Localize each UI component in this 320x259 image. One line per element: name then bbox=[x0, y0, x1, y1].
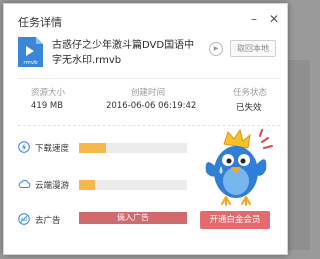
bird-mascot bbox=[205, 128, 273, 206]
file-name: 古惑仔之少年激斗篇DVD国语中字无水印.rmvb bbox=[52, 40, 195, 66]
dialog-title: 任务详情 bbox=[18, 16, 62, 29]
cloud-roaming-fill bbox=[79, 180, 96, 190]
close-icon[interactable]: ✕ bbox=[269, 13, 279, 25]
ad-status-bar: 倘入广告 bbox=[79, 212, 187, 224]
download-speed-fill bbox=[79, 143, 106, 153]
file-type-label: rmvb bbox=[23, 60, 38, 66]
play-icon[interactable]: ▶ bbox=[209, 42, 223, 56]
open-platinum-vip-button[interactable]: 开通白金会员 bbox=[200, 211, 270, 229]
cloud-icon bbox=[18, 179, 31, 188]
download-speed-bar bbox=[79, 143, 187, 153]
status-label: 任务状态 bbox=[233, 88, 268, 98]
cloud-roaming-bar bbox=[79, 180, 187, 190]
created-label: 创建时间 bbox=[131, 88, 166, 98]
retrieve-local-button[interactable]: 取回本地 bbox=[230, 40, 276, 57]
cloud-roaming-label: 云端漫游 bbox=[35, 181, 70, 191]
remove-ads-label: 去广告 bbox=[35, 216, 61, 226]
lightning-icon bbox=[18, 141, 30, 153]
size-value: 419 MB bbox=[31, 101, 64, 111]
task-details-dialog: 任务详情 – ✕ rmvb 古惑仔之少年激斗篇DVD国语中字无水印.rmvb ▶… bbox=[3, 3, 288, 255]
svg-text:AD: AD bbox=[21, 217, 28, 223]
background-panel bbox=[288, 60, 310, 250]
size-label: 资源大小 bbox=[31, 88, 66, 98]
rmvb-file-icon: rmvb bbox=[18, 37, 43, 67]
minimize-icon[interactable]: – bbox=[251, 13, 257, 25]
created-value: 2016-06-06 06:19:42 bbox=[106, 101, 197, 111]
download-speed-label: 下载速度 bbox=[35, 144, 70, 154]
status-value: 已失效 bbox=[236, 103, 262, 113]
ad-icon: AD bbox=[18, 213, 30, 225]
divider bbox=[18, 78, 280, 79]
